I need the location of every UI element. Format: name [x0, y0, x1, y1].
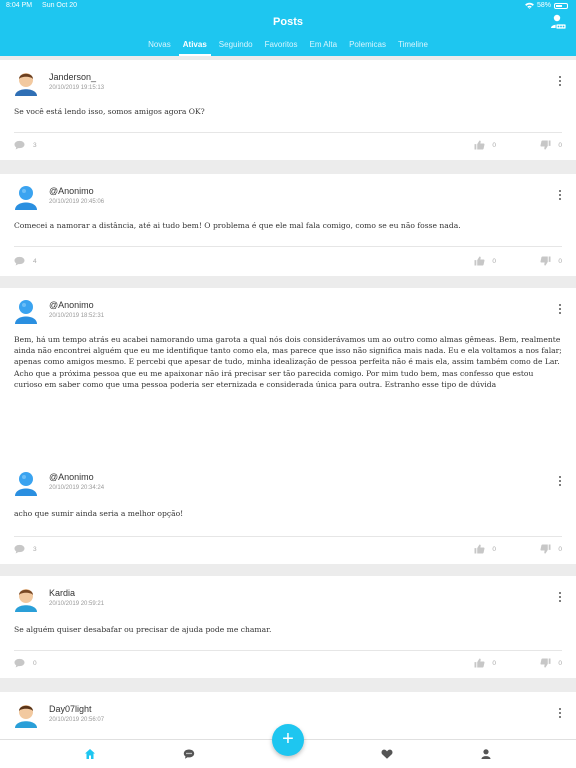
divider — [14, 132, 562, 133]
like-button[interactable]: 0 — [474, 256, 496, 266]
comment-count: 0 — [33, 659, 37, 667]
more-options-icon[interactable] — [558, 708, 562, 720]
battery-percent: 58% — [536, 2, 551, 9]
post-card[interactable]: Kardia 20/10/2019 20:59:21 Se alguém qui… — [0, 576, 576, 678]
more-options-icon[interactable] — [558, 190, 562, 202]
tab-timeline[interactable]: Timeline — [392, 40, 434, 56]
dislike-count: 0 — [558, 545, 562, 553]
post-text[interactable]: acho que sumir ainda seria a melhor opçã… — [14, 508, 562, 519]
app-header: 8:04 PM Sun Oct 20 58% Posts Novas Ativa… — [0, 0, 576, 56]
tab-polemicas[interactable]: Polemicas — [343, 40, 392, 56]
like-count: 0 — [492, 659, 496, 667]
like-button[interactable]: 0 — [474, 140, 496, 150]
battery-icon — [554, 2, 568, 9]
more-options-icon[interactable] — [558, 76, 562, 88]
post-actions: 0 0 0 — [14, 658, 562, 670]
dislike-button[interactable]: 0 — [540, 658, 562, 668]
dislike-button[interactable]: 0 — [540, 140, 562, 150]
like-button[interactable]: 0 — [474, 544, 496, 554]
like-count: 0 — [492, 141, 496, 149]
more-options-icon[interactable] — [558, 476, 562, 488]
anonymous-avatar-icon[interactable] — [14, 470, 38, 496]
wifi-icon — [525, 2, 534, 9]
post-date: 20/10/2019 20:34:24 — [49, 485, 105, 491]
more-options-icon[interactable] — [558, 304, 562, 316]
more-options-icon[interactable] — [558, 592, 562, 604]
tab-ativas[interactable]: Ativas — [177, 40, 213, 56]
thumbs-down-icon — [540, 140, 551, 150]
comment-count: 3 — [33, 545, 37, 553]
like-count: 0 — [492, 257, 496, 265]
like-count: 0 — [492, 545, 496, 553]
person-avatar-icon[interactable] — [14, 586, 38, 612]
dislike-count: 0 — [558, 659, 562, 667]
person-avatar-icon[interactable] — [14, 702, 38, 728]
user-icon[interactable] — [480, 748, 492, 760]
dislike-button[interactable]: 0 — [540, 544, 562, 554]
dislike-count: 0 — [558, 257, 562, 265]
post-text[interactable]: Se você está lendo isso, somos amigos ag… — [14, 106, 562, 117]
status-time: 8:04 PM — [6, 2, 33, 9]
post-date: 20/10/2019 19:15:13 — [49, 85, 105, 91]
heart-icon[interactable] — [381, 748, 393, 760]
comment-button[interactable]: 3 — [14, 544, 37, 554]
new-post-button[interactable]: + — [272, 724, 304, 756]
post-actions: 4 0 0 — [14, 256, 562, 268]
post-text[interactable]: Se alguém quiser desabafar ou precisar d… — [14, 624, 562, 635]
post-actions: 3 0 0 — [14, 544, 562, 556]
thumbs-up-icon — [474, 544, 485, 554]
dislike-button[interactable]: 0 — [540, 256, 562, 266]
post-card[interactable]: @Anonimo 20/10/2019 20:34:24 acho que su… — [0, 460, 576, 564]
person-avatar-icon[interactable] — [14, 70, 38, 96]
tab-novas[interactable]: Novas — [142, 40, 177, 56]
profile-settings-icon[interactable] — [550, 14, 566, 30]
thumbs-up-icon — [474, 658, 485, 668]
divider — [14, 246, 562, 247]
thumbs-down-icon — [540, 544, 551, 554]
post-author[interactable]: @Anonimo — [49, 186, 94, 196]
post-text[interactable]: Bem, há um tempo atrás eu acabei namoran… — [14, 334, 562, 390]
tab-em-alta[interactable]: Em Alta — [304, 40, 344, 56]
comment-icon — [14, 544, 25, 554]
status-bar: 8:04 PM Sun Oct 20 58% — [6, 2, 568, 12]
home-icon[interactable] — [84, 748, 96, 760]
comment-icon — [14, 256, 25, 266]
post-text[interactable]: Comecei a namorar a distância, até ai tu… — [14, 220, 562, 231]
thumbs-up-icon — [474, 140, 485, 150]
comment-button[interactable]: 3 — [14, 140, 37, 150]
thumbs-down-icon — [540, 256, 551, 266]
comment-count: 3 — [33, 141, 37, 149]
like-button[interactable]: 0 — [474, 658, 496, 668]
anonymous-avatar-icon[interactable] — [14, 298, 38, 324]
post-date: 20/10/2019 20:56:07 — [49, 717, 105, 723]
post-author[interactable]: Day07light — [49, 704, 92, 714]
divider — [14, 536, 562, 537]
dislike-count: 0 — [558, 141, 562, 149]
post-author[interactable]: Janderson_ — [49, 72, 96, 82]
comment-button[interactable]: 0 — [14, 658, 37, 668]
status-date: Sun Oct 20 — [42, 2, 78, 9]
post-author[interactable]: @Anonimo — [49, 472, 94, 482]
page-title: Posts — [273, 16, 303, 28]
tab-favoritos[interactable]: Favoritos — [259, 40, 304, 56]
thumbs-down-icon — [540, 658, 551, 668]
feed-tabs: Novas Ativas Seguindo Favoritos Em Alta … — [0, 40, 576, 56]
divider — [14, 650, 562, 651]
chat-icon[interactable] — [183, 748, 195, 760]
post-author[interactable]: @Anonimo — [49, 300, 94, 310]
post-date: 20/10/2019 20:45:06 — [49, 199, 105, 205]
comment-count: 4 — [33, 257, 37, 265]
post-author[interactable]: Kardia — [49, 588, 75, 598]
post-actions: 3 0 0 — [14, 140, 562, 152]
post-card[interactable]: @Anonimo 20/10/2019 20:45:06 Comecei a n… — [0, 174, 576, 276]
comment-button[interactable]: 4 — [14, 256, 37, 266]
comment-icon — [14, 658, 25, 668]
anonymous-avatar-icon[interactable] — [14, 184, 38, 210]
thumbs-up-icon — [474, 256, 485, 266]
post-date: 20/10/2019 18:52:31 — [49, 313, 105, 319]
tab-seguindo[interactable]: Seguindo — [213, 40, 259, 56]
comment-icon — [14, 140, 25, 150]
post-date: 20/10/2019 20:59:21 — [49, 601, 105, 607]
post-card[interactable]: Janderson_ 20/10/2019 19:15:13 Se você e… — [0, 60, 576, 160]
